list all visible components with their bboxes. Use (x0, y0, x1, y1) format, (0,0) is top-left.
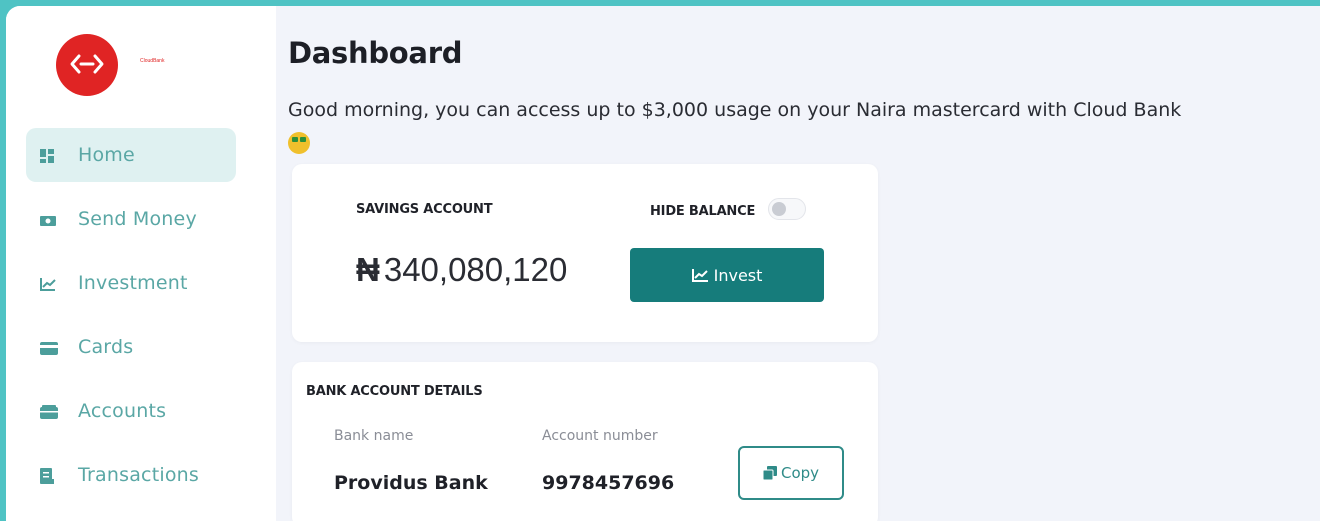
balance-amount: ₦ 340,080,120 (356, 251, 567, 289)
sidebar-item-label: Home (78, 144, 135, 166)
toggle-knob (772, 202, 786, 216)
hide-balance-label: HIDE BALANCE (650, 204, 756, 219)
bank-name-label: Bank name (334, 428, 414, 444)
invest-button[interactable]: Invest (630, 248, 824, 302)
sidebar-item-transactions[interactable]: Transactions (26, 448, 236, 502)
sidebar-item-label: Cards (78, 336, 134, 358)
logo-mark (56, 34, 118, 96)
app-window: CloudBank Home Send Money Investment Car… (6, 6, 1320, 521)
copy-button-label: Copy (780, 464, 820, 482)
sidebar-nav: Home Send Money Investment Cards Account… (26, 128, 236, 512)
sidebar-item-label: Send Money (78, 208, 197, 230)
sidebar-item-investment[interactable]: Investment (26, 256, 236, 310)
brand-logo[interactable]: CloudBank (56, 34, 196, 98)
greeting-text: Good morning, you can access up to $3,00… (288, 99, 1182, 121)
copy-icon (762, 466, 777, 480)
card-icon (40, 340, 58, 355)
sidebar: CloudBank Home Send Money Investment Car… (6, 6, 276, 521)
main-content: Dashboard Good morning, you can access u… (288, 6, 1320, 521)
hide-balance-toggle[interactable] (768, 198, 806, 220)
sidebar-item-label: Accounts (78, 400, 167, 422)
sidebar-item-home[interactable]: Home (26, 128, 236, 182)
chart-icon (691, 268, 708, 282)
logo-wordmark: CloudBank (140, 58, 165, 64)
sidebar-item-label: Investment (78, 272, 188, 294)
copy-button[interactable]: Copy (738, 446, 844, 500)
sidebar-item-accounts[interactable]: Accounts (26, 384, 236, 438)
chart-icon (40, 276, 56, 291)
money-face-emoji-icon (288, 131, 310, 154)
greeting-message: Good morning, you can access up to $3,00… (288, 95, 1308, 155)
invest-button-label: Invest (713, 265, 763, 285)
currency-symbol: ₦ (356, 251, 380, 288)
receipt-icon (40, 468, 54, 484)
account-number-label: Account number (542, 428, 658, 444)
savings-account-label: SAVINGS ACCOUNT (356, 202, 493, 217)
sidebar-item-send-money[interactable]: Send Money (26, 192, 236, 246)
bank-details-label: BANK ACCOUNT DETAILS (306, 384, 483, 399)
savings-account-card: SAVINGS ACCOUNT HIDE BALANCE ₦ 340,080,12… (292, 164, 878, 342)
dashboard-icon (40, 148, 54, 163)
bank-account-details-card: BANK ACCOUNT DETAILS Bank name Providus … (292, 362, 878, 521)
page-title: Dashboard (288, 36, 463, 70)
account-number-value: 9978457696 (542, 472, 675, 494)
wallet-icon (40, 404, 58, 419)
bank-name-value: Providus Bank (334, 472, 488, 494)
sidebar-item-label: Transactions (78, 464, 199, 486)
money-icon (40, 212, 56, 226)
balance-value: 340,080,120 (383, 251, 568, 288)
sidebar-item-cards[interactable]: Cards (26, 320, 236, 374)
